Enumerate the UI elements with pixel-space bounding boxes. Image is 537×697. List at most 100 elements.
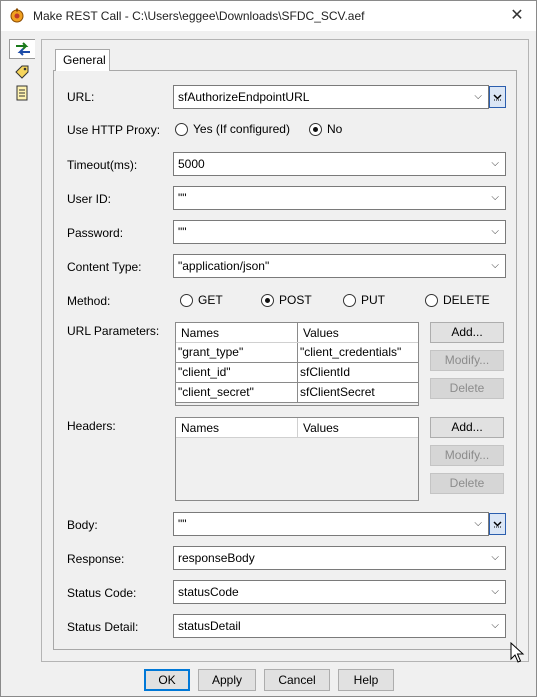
content-type-label: Content Type: bbox=[67, 260, 142, 274]
column-header-values[interactable]: Values bbox=[298, 323, 418, 342]
chevron-down-icon: ⌵ bbox=[491, 192, 499, 203]
url-params-add-button[interactable]: Add... bbox=[430, 322, 504, 343]
table-cell: sfClientId bbox=[300, 365, 351, 379]
method-delete-radio[interactable]: DELETE bbox=[425, 293, 490, 307]
timeout-label: Timeout(ms): bbox=[67, 158, 138, 172]
help-button[interactable]: Help bbox=[338, 669, 394, 691]
chevron-down-icon: ⌵ bbox=[474, 91, 482, 102]
notepad-icon bbox=[16, 85, 28, 101]
status-code-label: Status Code: bbox=[67, 586, 137, 600]
proxy-label: Use HTTP Proxy: bbox=[67, 123, 161, 137]
table-row[interactable]: "grant_type" "client_credentials" bbox=[176, 343, 418, 363]
url-value: sfAuthorizeEndpointURL bbox=[178, 90, 310, 104]
method-post-radio[interactable]: POST bbox=[261, 293, 312, 307]
close-button[interactable]: ✕ bbox=[502, 3, 532, 29]
radio-circle-checked bbox=[261, 293, 274, 307]
table-cell: "client_id" bbox=[176, 363, 298, 382]
status-code-combo[interactable]: statusCode ⌵ bbox=[173, 580, 506, 604]
chevron-down-icon: ⌵ bbox=[474, 518, 482, 529]
radio-circle-checked bbox=[309, 122, 322, 136]
proxy-yes-label: Yes (If configured) bbox=[193, 122, 290, 136]
app-icon bbox=[10, 8, 24, 23]
method-label: Method: bbox=[67, 294, 111, 308]
flow-arrows-icon bbox=[15, 42, 30, 56]
method-get-radio[interactable]: GET bbox=[180, 293, 223, 307]
headers-table[interactable]: Names Values bbox=[175, 417, 419, 501]
table-cell: sfClientSecret bbox=[300, 385, 375, 399]
body-value: "" bbox=[178, 517, 187, 531]
method-post-label: POST bbox=[279, 293, 312, 307]
column-header-names[interactable]: Names bbox=[176, 323, 298, 342]
body-combo[interactable]: "" ⌵ bbox=[173, 512, 489, 536]
password-label: Password: bbox=[67, 226, 124, 240]
status-code-value: statusCode bbox=[178, 585, 239, 599]
content-type-value: "application/json" bbox=[178, 259, 270, 273]
timeout-combo[interactable]: 5000 ⌵ bbox=[173, 152, 506, 176]
close-icon: ✕ bbox=[510, 7, 524, 24]
radio-circle bbox=[175, 122, 188, 136]
tag-pencil-icon bbox=[15, 65, 29, 79]
method-put-label: PUT bbox=[361, 293, 385, 307]
body-expression-button[interactable] bbox=[489, 513, 506, 535]
radio-circle bbox=[180, 293, 193, 307]
password-value: "" bbox=[178, 225, 187, 239]
timeout-value: 5000 bbox=[178, 157, 205, 171]
ok-button[interactable]: OK bbox=[144, 669, 190, 691]
response-label: Response: bbox=[67, 552, 125, 566]
headers-modify-button[interactable]: Modify... bbox=[430, 445, 504, 466]
table-header: Names Values bbox=[176, 418, 418, 438]
password-combo[interactable]: "" ⌵ bbox=[173, 220, 506, 244]
table-cell: "client_secret" bbox=[176, 383, 298, 402]
side-tab-tag[interactable] bbox=[9, 61, 35, 81]
response-value: responseBody bbox=[178, 551, 255, 565]
url-combo[interactable]: sfAuthorizeEndpointURL ⌵ bbox=[173, 85, 489, 109]
user-id-value: "" bbox=[178, 191, 187, 205]
table-cell: "client_credentials" bbox=[300, 345, 402, 359]
table-cell: "grant_type" bbox=[176, 343, 298, 362]
proxy-no-label: No bbox=[327, 122, 343, 136]
side-tab-strip bbox=[9, 39, 37, 105]
url-params-label: URL Parameters: bbox=[67, 324, 160, 338]
url-params-modify-button[interactable]: Modify... bbox=[430, 350, 504, 371]
column-header-names[interactable]: Names bbox=[176, 418, 298, 437]
proxy-no-radio[interactable]: No bbox=[309, 122, 342, 136]
status-detail-value: statusDetail bbox=[178, 619, 241, 633]
user-id-combo[interactable]: "" ⌵ bbox=[173, 186, 506, 210]
chevron-down-icon: ⌵ bbox=[491, 158, 499, 169]
method-put-radio[interactable]: PUT bbox=[343, 293, 385, 307]
url-label: URL: bbox=[67, 90, 95, 104]
dialog-window: Make REST Call - C:\Users\eggee\Download… bbox=[0, 0, 537, 697]
user-id-label: User ID: bbox=[67, 192, 112, 206]
window-title: Make REST Call - C:\Users\eggee\Download… bbox=[33, 9, 365, 23]
status-detail-combo[interactable]: statusDetail ⌵ bbox=[173, 614, 506, 638]
table-header: Names Values bbox=[176, 323, 418, 343]
body-label: Body: bbox=[67, 518, 98, 532]
method-get-label: GET bbox=[198, 293, 223, 307]
chevron-down-icon: ⌵ bbox=[491, 586, 499, 597]
method-delete-label: DELETE bbox=[443, 293, 490, 307]
headers-label: Headers: bbox=[67, 419, 116, 433]
headers-add-button[interactable]: Add... bbox=[430, 417, 504, 438]
side-tab-notes[interactable] bbox=[9, 83, 35, 103]
table-row[interactable]: "client_id" sfClientId bbox=[176, 363, 418, 383]
content-type-combo[interactable]: "application/json" ⌵ bbox=[173, 254, 506, 278]
cancel-button[interactable]: Cancel bbox=[264, 669, 330, 691]
title-bar: Make REST Call - C:\Users\eggee\Download… bbox=[1, 1, 536, 31]
url-params-table[interactable]: Names Values "grant_type" "client_creden… bbox=[175, 322, 419, 406]
chevron-down-icon: ⌵ bbox=[491, 620, 499, 631]
response-combo[interactable]: responseBody ⌵ bbox=[173, 546, 506, 570]
headers-delete-button[interactable]: Delete bbox=[430, 473, 504, 494]
table-row[interactable]: "client_secret" sfClientSecret bbox=[176, 383, 418, 403]
url-expression-button[interactable] bbox=[489, 86, 506, 108]
chevron-down-icon bbox=[493, 94, 502, 101]
mouse-cursor-icon bbox=[510, 642, 525, 663]
tab-general[interactable]: General bbox=[55, 49, 110, 71]
chevron-down-icon: ⌵ bbox=[491, 226, 499, 237]
apply-button[interactable]: Apply bbox=[198, 669, 256, 691]
url-params-delete-button[interactable]: Delete bbox=[430, 378, 504, 399]
chevron-down-icon: ⌵ bbox=[491, 260, 499, 271]
proxy-yes-radio[interactable]: Yes (If configured) bbox=[175, 122, 290, 136]
column-header-values[interactable]: Values bbox=[298, 418, 418, 437]
side-tab-flow[interactable] bbox=[9, 39, 35, 59]
status-detail-label: Status Detail: bbox=[67, 620, 139, 634]
